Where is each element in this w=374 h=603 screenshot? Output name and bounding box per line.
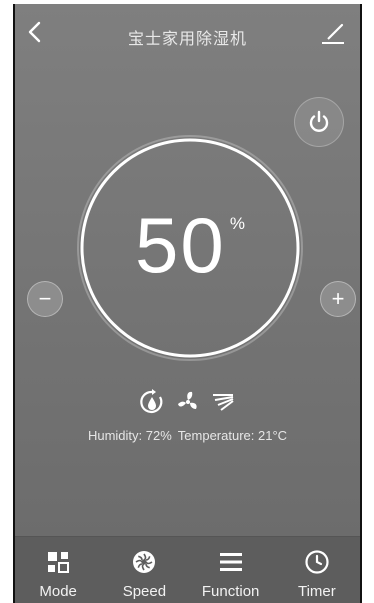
fan-speed-icon (175, 389, 201, 415)
dial-readout: 50% (74, 200, 306, 290)
back-button[interactable] (25, 20, 47, 44)
mode-icon (48, 552, 70, 573)
status-icons (15, 387, 360, 417)
swing-icon (211, 389, 237, 415)
timer-label: Timer (297, 583, 336, 600)
function-label: Function (201, 583, 260, 600)
timer-button[interactable]: Timer (274, 537, 360, 603)
dehumidify-mode-icon (139, 389, 165, 415)
menu-icon (219, 553, 242, 571)
speed-label: Speed (122, 583, 167, 600)
target-humidity-value: 50 (135, 201, 226, 289)
app-screen: 宝士家用除湿机 50% − + Humidity: 72% Temperatur… (13, 4, 362, 603)
target-humidity-unit: % (229, 214, 245, 233)
fan-icon (133, 551, 156, 573)
decrease-button[interactable]: − (27, 281, 63, 317)
mode-button[interactable]: Mode (15, 537, 101, 603)
edit-icon (322, 23, 344, 44)
speed-button[interactable]: Speed (101, 537, 187, 603)
edit-button[interactable] (320, 22, 346, 46)
power-icon (309, 110, 329, 132)
mode-label: Mode (39, 583, 77, 600)
humidity-dial[interactable]: 50% (74, 132, 306, 364)
header: 宝士家用除湿机 (15, 4, 360, 60)
chevron-left-icon (28, 21, 41, 43)
humidity-reading: Humidity: 72% (87, 428, 172, 443)
increase-button[interactable]: + (320, 281, 356, 317)
temperature-reading: Temperature: 21°C (177, 428, 288, 443)
clock-icon (305, 550, 329, 574)
bottom-toolbar: Mode Speed Function Timer (15, 536, 360, 603)
function-button[interactable]: Function (188, 537, 274, 603)
status-readout: Humidity: 72% Temperature: 21°C (15, 428, 360, 443)
page-title: 宝士家用除湿机 (127, 31, 247, 48)
